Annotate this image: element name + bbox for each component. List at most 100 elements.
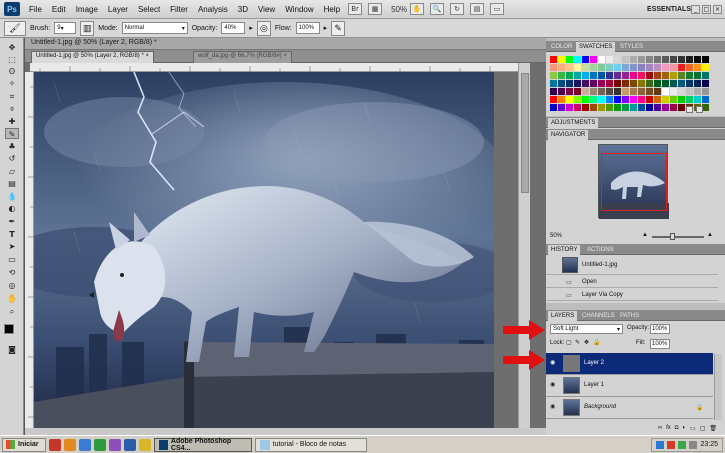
hand-tool-icon[interactable]: ✋ <box>5 293 19 304</box>
pen-tool-icon[interactable]: ✒ <box>5 216 19 227</box>
visibility-eye-icon[interactable]: ◉ <box>550 404 558 410</box>
swatch[interactable] <box>702 72 709 79</box>
eyedropper-tool-icon[interactable]: ⌽ <box>5 103 19 114</box>
tab-actions[interactable]: ACTIONS <box>584 245 617 255</box>
swatch[interactable] <box>646 80 653 87</box>
swatch[interactable] <box>566 104 573 111</box>
swatch[interactable] <box>614 104 621 111</box>
swatch[interactable] <box>582 80 589 87</box>
menu-file[interactable]: File <box>24 5 47 14</box>
start-button[interactable]: Iniciar <box>2 437 46 452</box>
swatch[interactable] <box>638 56 645 63</box>
taskbar-notepad[interactable]: tutorial - Bloco de notas <box>254 437 367 452</box>
swatch[interactable] <box>638 80 645 87</box>
menu-edit[interactable]: Edit <box>47 5 71 14</box>
tab-paths[interactable]: PATHS <box>617 311 642 321</box>
tray-app-icon[interactable] <box>667 440 676 449</box>
swatch[interactable] <box>582 64 589 71</box>
swatch[interactable] <box>678 88 685 95</box>
taskbar-photoshop[interactable]: Adobe Photoshop CS4... <box>153 437 252 452</box>
opacity-dropdown-icon[interactable]: ▸ <box>249 24 253 32</box>
swatch[interactable] <box>702 88 709 95</box>
swatch[interactable] <box>622 104 629 111</box>
tab-swatches[interactable]: SWATCHES <box>576 42 616 52</box>
new-group-icon[interactable]: ▭ <box>690 425 696 435</box>
swatch[interactable] <box>582 104 589 111</box>
swatch[interactable] <box>574 104 581 111</box>
swatch[interactable] <box>654 72 661 79</box>
swatch[interactable] <box>678 80 685 87</box>
swatch[interactable] <box>614 56 621 63</box>
swatch[interactable] <box>590 104 597 111</box>
blend-mode-select[interactable]: Soft Light ▾ <box>550 324 623 334</box>
swatch[interactable] <box>646 96 653 103</box>
quicklaunch-app-icon[interactable] <box>108 438 121 451</box>
swatch[interactable] <box>614 96 621 103</box>
swatch[interactable] <box>646 72 653 79</box>
swatch[interactable] <box>670 104 677 111</box>
airbrush-icon[interactable]: ✎ <box>331 20 346 36</box>
swatch[interactable] <box>558 96 565 103</box>
swatch[interactable] <box>686 80 693 87</box>
swatch[interactable] <box>630 104 637 111</box>
swatch[interactable] <box>630 80 637 87</box>
swatch[interactable] <box>550 56 557 63</box>
swatch[interactable] <box>598 72 605 79</box>
crop-tool-icon[interactable]: ⌗ <box>5 91 19 102</box>
swatch[interactable] <box>694 80 701 87</box>
swatch[interactable] <box>606 72 613 79</box>
brush-panel-toggle-icon[interactable]: ▥ <box>80 20 95 36</box>
layer-row-background[interactable]: ◉ Background 🔒 <box>546 397 713 419</box>
bridge-icon[interactable]: Br <box>348 3 363 15</box>
tab-styles[interactable]: STYLES <box>617 42 646 52</box>
swatch[interactable] <box>558 64 565 71</box>
swatch[interactable] <box>598 56 605 63</box>
swatch[interactable] <box>622 56 629 63</box>
layer-style-icon[interactable]: fx <box>666 425 671 435</box>
swatch[interactable] <box>662 56 669 63</box>
zoom-level[interactable]: 50% <box>391 5 407 14</box>
swatch[interactable] <box>670 88 677 95</box>
history-item[interactable]: ▭ Open <box>546 276 718 288</box>
workspace-switcher[interactable]: ESSENTIALS <box>647 6 691 13</box>
swatch[interactable] <box>670 96 677 103</box>
navigator-zoom-value[interactable]: 50% <box>550 233 562 239</box>
zoom-in-icon[interactable]: ▲ <box>707 232 713 238</box>
quicklaunch-app-icon[interactable] <box>48 438 61 451</box>
pressure-opacity-icon[interactable]: ◎ <box>256 20 271 36</box>
swatch[interactable] <box>638 96 645 103</box>
close-icon[interactable]: × <box>713 4 722 14</box>
lock-transparency-icon[interactable]: ▢ <box>566 339 572 346</box>
swatch[interactable] <box>646 104 653 111</box>
move-tool-icon[interactable]: ✥ <box>5 42 19 53</box>
3d-orbit-tool-icon[interactable]: ◎ <box>5 280 19 291</box>
swatch[interactable] <box>694 72 701 79</box>
tab-adjustments[interactable]: ADJUSTMENTS <box>548 118 599 128</box>
zoom-tool-icon[interactable]: ⌕ <box>5 306 19 317</box>
swatch[interactable] <box>614 80 621 87</box>
shape-tool-icon[interactable]: ▭ <box>5 254 19 265</box>
swatch[interactable] <box>654 96 661 103</box>
tab-wolf-da[interactable]: wolf_da.jpg @ 66,7% (RGB/8#) × <box>193 51 292 63</box>
menu-select[interactable]: Select <box>133 5 165 14</box>
swatch[interactable] <box>622 80 629 87</box>
swatch[interactable] <box>606 104 613 111</box>
swatch[interactable] <box>686 56 693 63</box>
new-layer-icon[interactable]: ▢ <box>700 425 706 435</box>
scrollbar-thumb[interactable] <box>521 73 529 193</box>
layers-scrollbar[interactable] <box>714 354 722 420</box>
brush-preset-icon[interactable]: 🖌 <box>4 20 26 36</box>
swatch[interactable] <box>662 96 669 103</box>
swatch[interactable] <box>606 56 613 63</box>
minimize-icon[interactable]: _ <box>691 4 700 14</box>
swatch[interactable] <box>702 56 709 63</box>
swatch[interactable] <box>614 64 621 71</box>
history-brush-tool-icon[interactable]: ↺ <box>5 153 19 164</box>
swatch[interactable] <box>702 80 709 87</box>
brush-size-picker[interactable]: 9 ▾ <box>54 22 77 34</box>
swatch[interactable] <box>670 72 677 79</box>
visibility-eye-icon[interactable]: ◉ <box>550 382 558 388</box>
visibility-eye-icon[interactable]: ◉ <box>550 360 558 366</box>
swatch[interactable] <box>574 80 581 87</box>
swatch[interactable] <box>550 104 557 111</box>
